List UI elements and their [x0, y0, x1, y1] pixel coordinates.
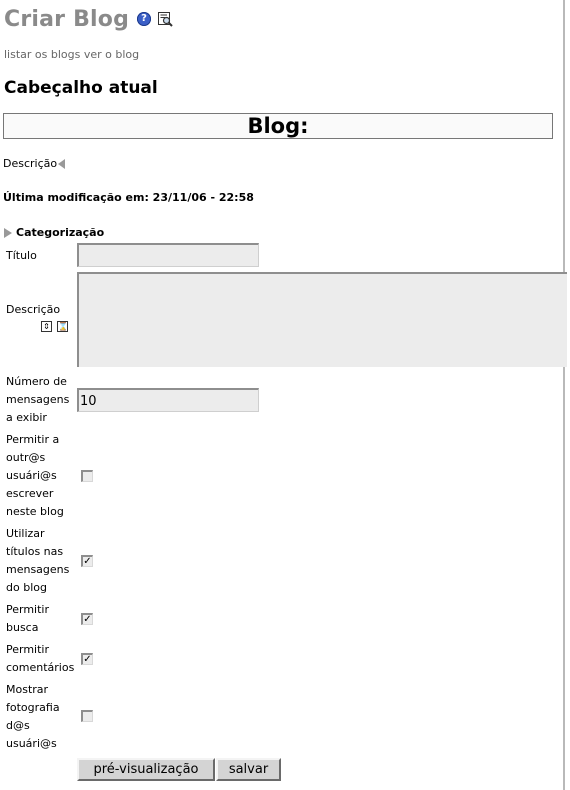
- show-photo-checkbox[interactable]: [81, 710, 93, 722]
- num-messages-label: Número de mensagens a exibir: [6, 373, 69, 427]
- allow-others-label: Permitir a outr@s usuári@s escrever nest…: [6, 431, 64, 521]
- description-line: Descrição: [3, 157, 66, 170]
- list-blogs-link[interactable]: listar os blogs: [4, 48, 80, 61]
- save-button[interactable]: salvar: [216, 758, 281, 781]
- categorization-label: Categorização: [16, 226, 105, 239]
- help-icon[interactable]: ?: [137, 12, 152, 26]
- allow-others-checkbox[interactable]: [81, 470, 93, 482]
- use-titles-checkbox[interactable]: ✓: [81, 555, 93, 567]
- title-input[interactable]: [77, 243, 259, 267]
- blog-header-preview: Blog:: [3, 113, 553, 139]
- section-title: Cabeçalho atual: [4, 78, 158, 98]
- label-line: mensagens: [6, 563, 70, 576]
- description-label: Descrição: [3, 157, 58, 170]
- form-description-label: Descrição: [6, 303, 61, 316]
- label-line: Mostrar: [6, 683, 49, 696]
- label-line: Permitir a: [6, 433, 60, 446]
- label-line: Número de: [6, 375, 67, 388]
- allow-search-checkbox[interactable]: ✓: [81, 613, 93, 625]
- title-input-value: [79, 249, 80, 264]
- allow-comments-checkbox[interactable]: ✓: [81, 653, 93, 665]
- view-blog-link[interactable]: ver o blog: [84, 48, 139, 61]
- blog-header-title: Blog:: [247, 114, 309, 138]
- label-line: do blog: [6, 581, 47, 594]
- page-header: Criar Blog ?: [4, 4, 173, 34]
- use-titles-label: Utilizar títulos nas mensagens do blog: [6, 525, 69, 597]
- show-photo-label: Mostrar fotografia d@s usuári@s: [6, 681, 60, 753]
- label-line: neste blog: [6, 505, 64, 518]
- label-line: usuári@s: [6, 737, 57, 750]
- label-line: busca: [6, 621, 39, 634]
- increase-size-icon[interactable]: ⇕: [41, 321, 52, 332]
- search-document-icon[interactable]: [157, 11, 173, 27]
- preview-button[interactable]: pré-visualização: [77, 758, 215, 781]
- last-modified-text: Última modificação em: 23/11/06 - 22:58: [3, 191, 254, 204]
- label-line: fotografia: [6, 701, 60, 714]
- label-line: outr@s: [6, 451, 46, 464]
- resize-icon[interactable]: ⌛: [57, 321, 68, 332]
- expand-arrow-icon: [4, 227, 12, 238]
- label-line: Permitir: [6, 643, 50, 656]
- label-line: a exibir: [6, 411, 47, 424]
- label-line: mensagens: [6, 393, 70, 406]
- allow-comments-label: Permitir comentários: [6, 641, 74, 677]
- description-textarea[interactable]: [77, 272, 567, 367]
- label-line: escrever: [6, 487, 54, 500]
- categorization-toggle[interactable]: Categorização: [4, 226, 104, 239]
- allow-search-label: Permitir busca: [6, 601, 49, 637]
- page-right-border: [563, 0, 565, 790]
- label-line: títulos nas: [6, 545, 64, 558]
- label-line: Utilizar: [6, 527, 45, 540]
- label-line: Permitir: [6, 603, 50, 616]
- title-label: Título: [6, 249, 37, 262]
- page-title: Criar Blog: [4, 6, 130, 32]
- num-messages-input[interactable]: 10: [77, 388, 259, 412]
- num-messages-value: 10: [80, 394, 97, 409]
- label-line: comentários: [6, 661, 75, 674]
- label-line: usuári@s: [6, 469, 57, 482]
- label-line: d@s: [6, 719, 30, 732]
- collapse-arrow-icon[interactable]: [58, 158, 66, 169]
- blog-links: listar os blogs ver o blog: [4, 48, 139, 61]
